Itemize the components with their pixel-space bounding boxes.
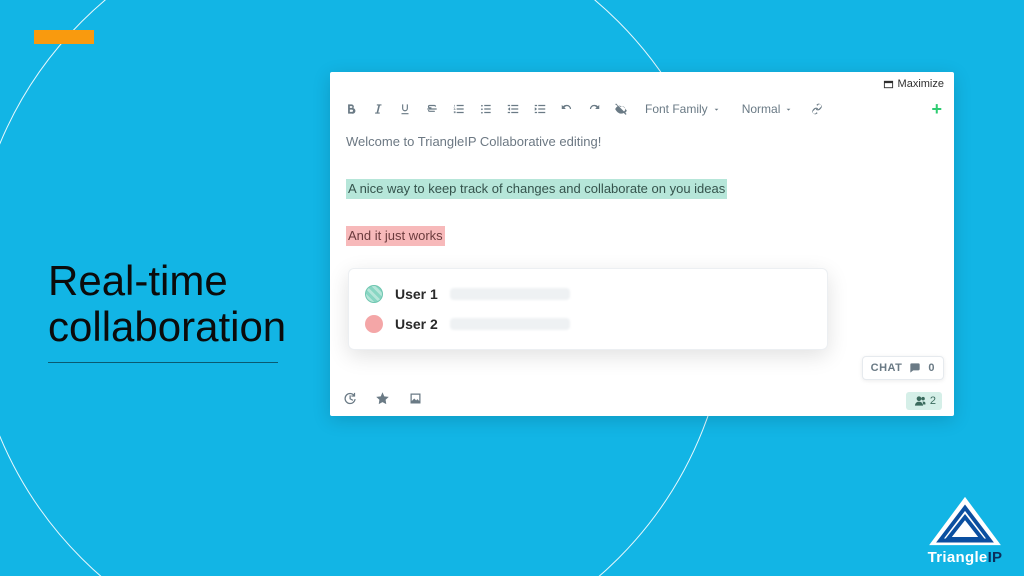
paragraph-style-dropdown[interactable]: Normal	[736, 100, 800, 118]
user-email-blurred	[450, 318, 570, 330]
chat-toggle[interactable]: CHAT 0	[862, 356, 944, 380]
editor-toolbar: Font Family Normal +	[330, 94, 954, 124]
strikethrough-button[interactable]	[423, 100, 441, 118]
unordered-list-button[interactable]	[477, 100, 495, 118]
user-row: User 1	[363, 279, 813, 309]
maximize-label: Maximize	[898, 78, 944, 90]
brand-name: Triangle	[928, 549, 988, 566]
triangle-icon	[926, 493, 1004, 549]
add-button[interactable]: +	[931, 99, 942, 120]
user-name: User 1	[395, 286, 438, 302]
brand-logo: TriangleIP	[926, 493, 1004, 566]
font-family-label: Font Family	[645, 102, 708, 116]
italic-button[interactable]	[369, 100, 387, 118]
chat-label: CHAT	[871, 362, 903, 374]
visibility-off-button[interactable]	[612, 100, 630, 118]
editor-window: Maximize Font Family Normal + Welcome to…	[330, 72, 954, 416]
brand-suffix: IP	[988, 549, 1003, 566]
avatar	[365, 285, 383, 303]
chevron-down-icon	[712, 105, 721, 114]
accent-bar	[34, 30, 94, 44]
indent-button[interactable]	[531, 100, 549, 118]
doc-line-2-highlighted: A nice way to keep track of changes and …	[346, 179, 727, 199]
page-title: Real-time collaboration	[48, 258, 286, 350]
editor-content[interactable]: Welcome to TriangleIP Collaborative edit…	[330, 124, 954, 260]
font-family-dropdown[interactable]: Font Family	[639, 100, 727, 118]
headline-line1: Real-time	[48, 258, 286, 304]
ordered-list-button[interactable]	[450, 100, 468, 118]
bold-button[interactable]	[342, 100, 360, 118]
avatar	[365, 315, 383, 333]
user-row: User 2	[363, 309, 813, 339]
chat-count: 0	[928, 362, 935, 374]
doc-line-1: Welcome to TriangleIP Collaborative edit…	[346, 132, 601, 152]
doc-line-3-highlighted: And it just works	[346, 226, 445, 246]
history-button[interactable]	[342, 391, 357, 411]
chevron-down-icon	[784, 105, 793, 114]
users-icon	[912, 394, 926, 408]
active-users-popover: User 1 User 2	[348, 268, 828, 350]
user-name: User 2	[395, 316, 438, 332]
outdent-button[interactable]	[504, 100, 522, 118]
presence-count: 2	[930, 395, 936, 407]
favorite-button[interactable]	[375, 391, 390, 411]
headline-line2: collaboration	[48, 304, 286, 350]
link-button[interactable]	[808, 100, 826, 118]
maximize-icon	[883, 79, 894, 90]
headline-rule	[48, 362, 278, 363]
paragraph-style-label: Normal	[742, 102, 781, 116]
image-button[interactable]	[408, 391, 423, 411]
undo-button[interactable]	[558, 100, 576, 118]
chat-icon	[908, 361, 922, 375]
presence-indicator[interactable]: 2	[906, 392, 942, 410]
redo-button[interactable]	[585, 100, 603, 118]
editor-bottom-bar: 2	[330, 386, 954, 416]
underline-button[interactable]	[396, 100, 414, 118]
user-email-blurred	[450, 288, 570, 300]
maximize-button[interactable]: Maximize	[883, 76, 944, 92]
